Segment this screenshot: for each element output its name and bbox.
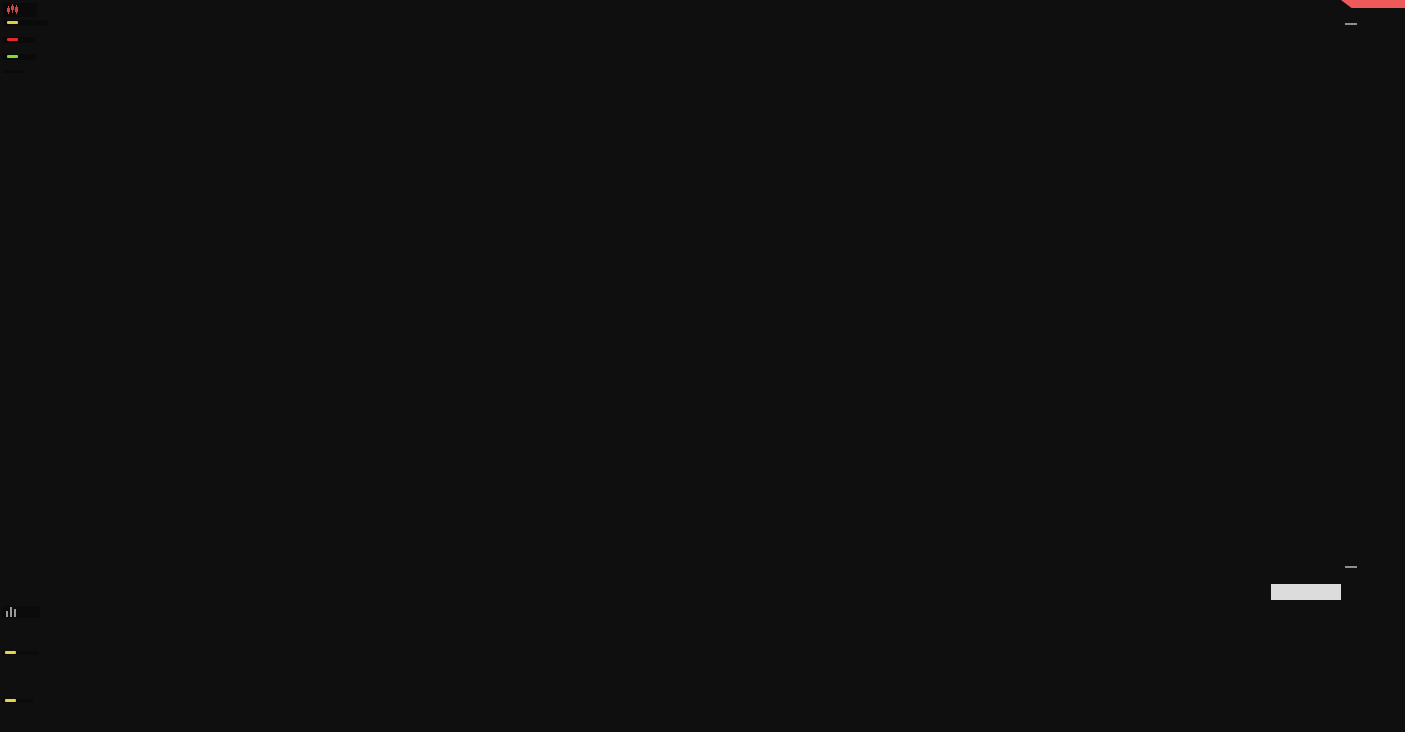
sma100-line-icon [7, 55, 18, 58]
legend-symbol-row[interactable] [3, 3, 37, 17]
bb-line-icon [7, 21, 18, 24]
legend-sma200-row[interactable] [3, 37, 36, 43]
rsi-line-icon [5, 699, 16, 702]
axis-scroll-up-button[interactable] [1340, 22, 1362, 25]
chart-canvas[interactable] [0, 0, 1405, 732]
last-price-tag [1341, 0, 1405, 8]
candlestick-icon [7, 4, 19, 15]
cursor-date-tag [1271, 584, 1341, 600]
axis-scroll-down-button[interactable] [1340, 566, 1362, 569]
legend-sma100-row[interactable] [3, 54, 36, 60]
chart-window [0, 0, 1405, 732]
sma200-line-icon [7, 38, 18, 41]
legend-range-row[interactable] [3, 70, 25, 73]
legend-volume-row[interactable] [2, 606, 40, 618]
sstoc-line-icon [5, 651, 16, 654]
legend-bb-row[interactable] [3, 20, 48, 26]
legend-rsi-row[interactable] [2, 699, 33, 703]
volume-bars-icon [5, 606, 17, 617]
legend-sstoc-row[interactable] [2, 651, 39, 655]
